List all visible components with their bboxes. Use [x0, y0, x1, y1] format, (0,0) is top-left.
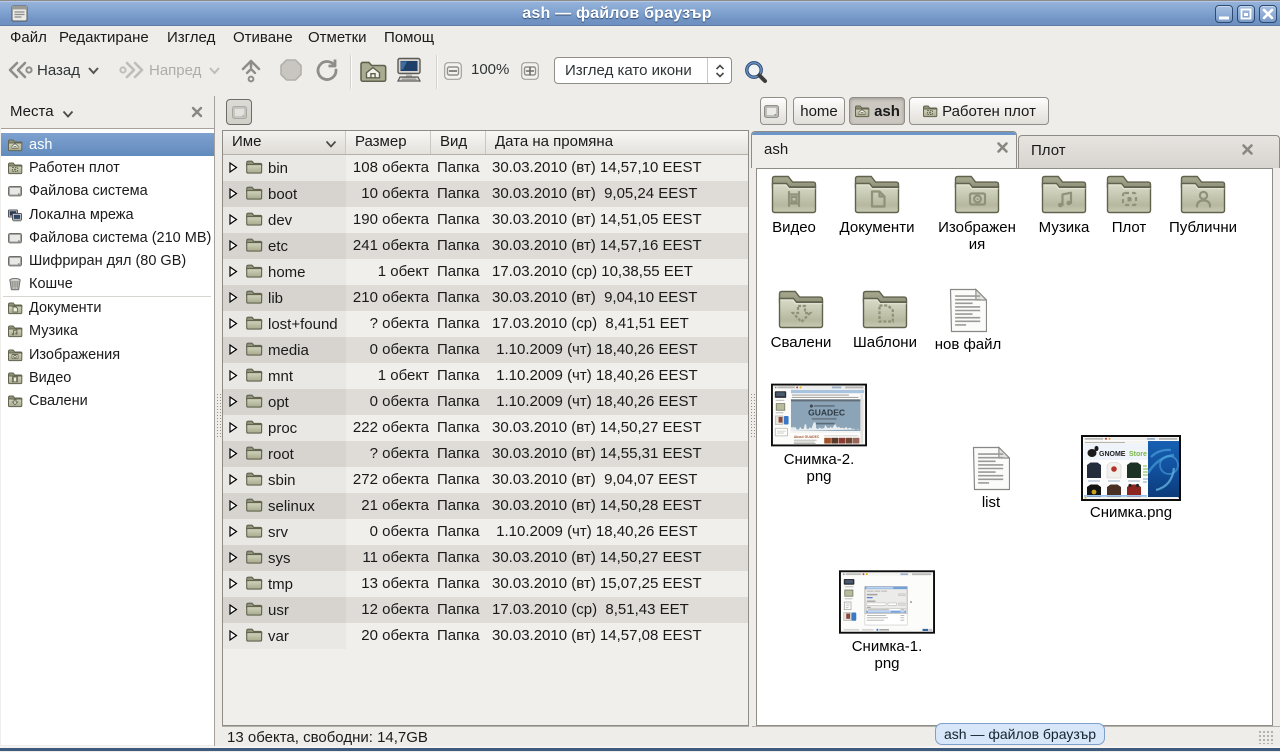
svg-text:GNOME: GNOME — [1099, 451, 1126, 458]
svg-text:Store: Store — [1129, 451, 1147, 458]
svg-text:GUADEC: GUADEC — [808, 407, 845, 417]
svg-text:About GUADEC: About GUADEC — [794, 435, 820, 439]
